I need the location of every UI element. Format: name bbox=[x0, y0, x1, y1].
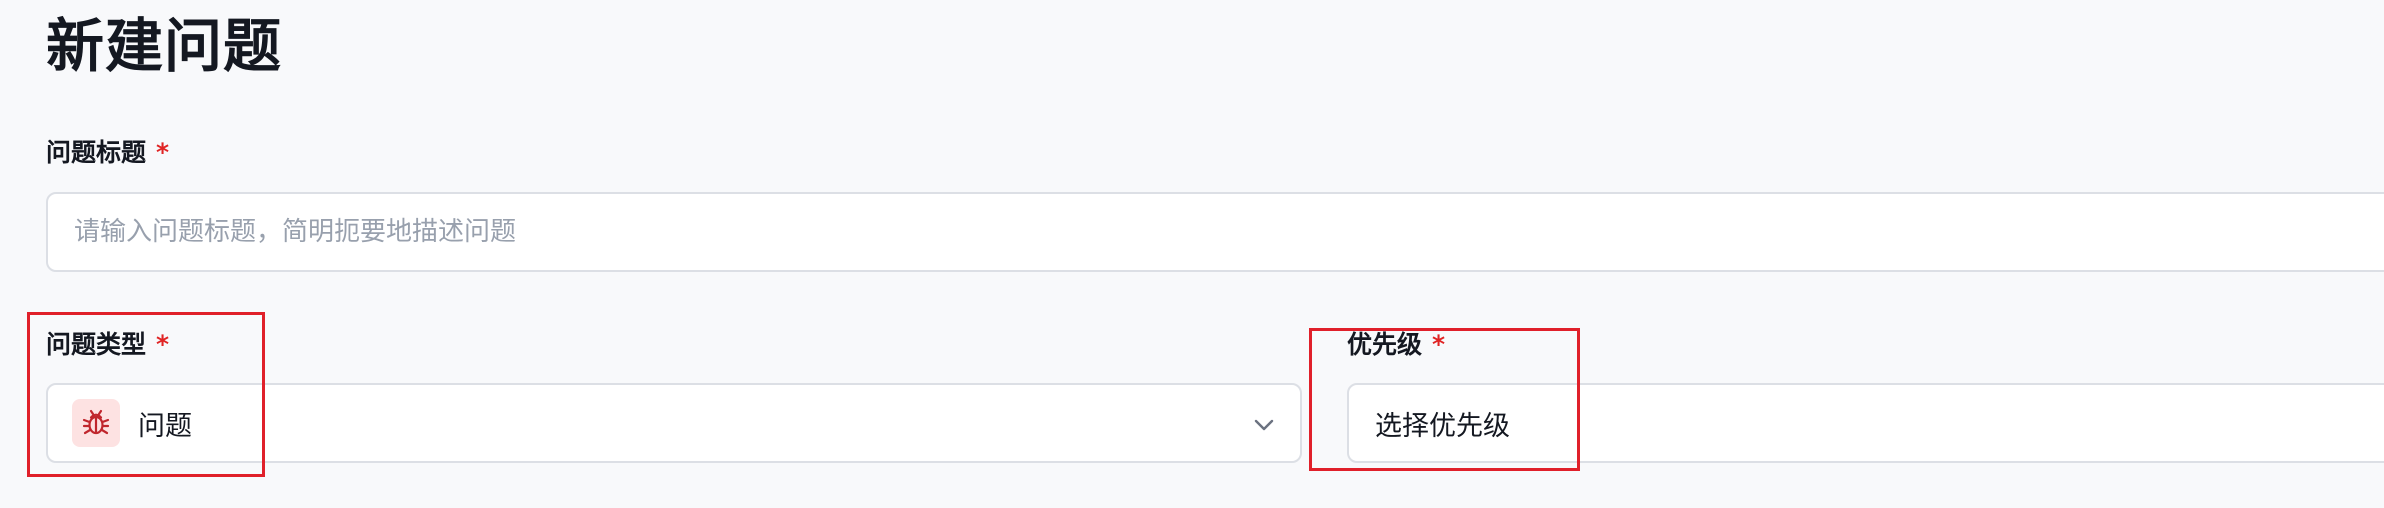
required-asterisk: * bbox=[156, 330, 170, 359]
priority-label: 优先级 * bbox=[1347, 328, 1445, 362]
priority-placeholder: 选择优先级 bbox=[1375, 410, 1510, 442]
issue-type-label: 问题类型 * bbox=[46, 328, 169, 362]
page-title: 新建问题 bbox=[46, 12, 283, 80]
bug-icon bbox=[82, 409, 110, 435]
chevron-down-icon[interactable] bbox=[1250, 411, 1278, 439]
priority-select[interactable]: 选择优先级 bbox=[1347, 383, 2384, 463]
issue-title-label-text: 问题标题 bbox=[46, 138, 147, 167]
issue-type-select[interactable]: 问题 bbox=[46, 383, 1302, 463]
issue-title-input[interactable] bbox=[46, 192, 2384, 272]
required-asterisk: * bbox=[156, 138, 170, 167]
required-asterisk: * bbox=[1432, 330, 1446, 359]
issue-type-value: 问题 bbox=[138, 410, 192, 442]
issue-type-label-text: 问题类型 bbox=[46, 330, 147, 359]
priority-label-text: 优先级 bbox=[1347, 330, 1423, 359]
issue-title-label: 问题标题 * bbox=[46, 136, 169, 170]
issue-type-icon-badge bbox=[72, 399, 120, 447]
